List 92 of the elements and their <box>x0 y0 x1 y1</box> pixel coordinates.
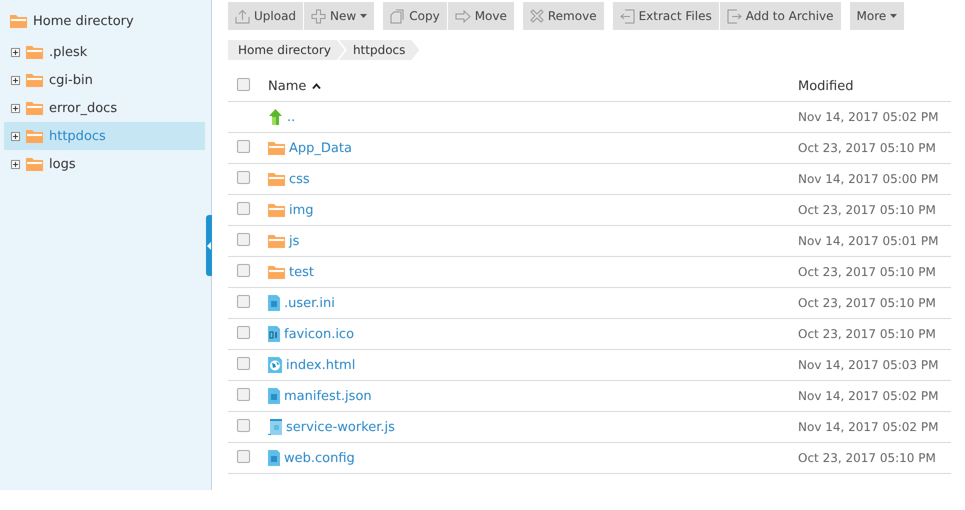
modified-cell-text: Oct 23, 2017 05:10 PM <box>798 296 937 310</box>
modified-cell-text: Nov 14, 2017 05:02 PM <box>798 420 940 434</box>
modified-cell-text: Oct 23, 2017 05:10 PM <box>798 203 937 217</box>
modified-cell-text: Nov 14, 2017 05:00 PM <box>798 172 940 186</box>
folder-icon <box>268 265 285 279</box>
modified-cell-text: Oct 23, 2017 05:10 PM <box>798 141 937 155</box>
file-name-link[interactable]: favicon.ico <box>284 326 354 342</box>
toolbar-button[interactable]: Move <box>448 2 514 30</box>
modified-cell-text: Nov 14, 2017 05:01 PM <box>798 234 940 248</box>
breadcrumb-item[interactable]: httpdocs <box>338 40 420 60</box>
file-name-link[interactable]: img <box>289 202 314 218</box>
tree-item-label: .plesk <box>49 44 88 60</box>
file-name-link[interactable]: web.config <box>284 450 355 466</box>
file-name-link[interactable]: manifest.json <box>284 388 372 404</box>
row-checkbox[interactable] <box>237 140 250 153</box>
file-name-link[interactable]: .user.ini <box>284 296 335 310</box>
row-checkbox[interactable] <box>237 171 250 184</box>
toolbar-button[interactable]: Extract Files <box>612 2 719 30</box>
row-checkbox[interactable] <box>237 357 250 370</box>
modified-cell-text: Oct 23, 2017 05:10 PM <box>798 327 937 341</box>
row-checkbox[interactable] <box>237 450 250 463</box>
file-name-link[interactable]: index.html <box>286 358 356 372</box>
file-name-link[interactable]: test <box>289 264 314 280</box>
row-checkbox[interactable] <box>237 202 250 215</box>
tree-item-label: error_docs <box>49 100 118 116</box>
file-name-link[interactable]: App_Data <box>289 140 352 156</box>
modified-cell-text: Oct 23, 2017 05:10 PM <box>798 265 937 279</box>
row-checkbox[interactable] <box>237 233 250 246</box>
breadcrumb-item[interactable]: Home directory <box>228 40 345 60</box>
up-arrow-icon <box>268 109 283 125</box>
expand-icon[interactable] <box>11 76 20 84</box>
caret-icon <box>890 14 898 18</box>
modified-cell-text: Nov 14, 2017 05:02 PM <box>798 110 940 124</box>
row-checkbox[interactable] <box>237 326 250 339</box>
folder-icon <box>268 172 285 186</box>
folder-icon <box>26 45 43 59</box>
copy-icon <box>390 8 406 24</box>
toolbar-button[interactable]: Remove <box>522 2 604 30</box>
tree-item[interactable]: error_docs <box>4 94 205 122</box>
file-icon <box>268 295 280 311</box>
plus-icon <box>311 8 326 24</box>
folder-icon <box>268 141 285 155</box>
folder-icon <box>10 14 27 28</box>
row-checkbox[interactable] <box>237 419 250 432</box>
arrow-icon <box>454 10 471 22</box>
globe-file-icon <box>268 357 282 373</box>
folder-icon <box>268 203 285 217</box>
file-icon <box>268 450 280 466</box>
tree-item-label: httpdocs <box>49 128 106 144</box>
toolbar-button[interactable]: New <box>304 2 374 30</box>
modified-cell-text: Nov 14, 2017 05:02 PM <box>798 389 940 403</box>
caret-icon <box>360 14 368 18</box>
column-header[interactable]: Name <box>268 78 798 94</box>
archive-icon <box>726 8 742 24</box>
expand-icon[interactable] <box>11 104 20 112</box>
file-name-link[interactable]: css <box>289 172 310 186</box>
tree-root[interactable]: Home directory <box>33 14 134 28</box>
expand-icon[interactable] <box>11 48 20 56</box>
row-checkbox[interactable] <box>237 388 250 401</box>
toolbar-button[interactable]: More <box>850 2 904 30</box>
script-file-icon <box>268 419 282 435</box>
binary-file-icon <box>268 326 280 342</box>
modified-cell-text: Nov 14, 2017 05:03 PM <box>798 358 940 372</box>
tree-item[interactable]: logs <box>4 150 205 178</box>
folder-icon <box>26 157 43 171</box>
tree-item-label: logs <box>49 156 76 172</box>
toolbar-button[interactable]: Copy <box>383 2 447 30</box>
expand-icon[interactable] <box>11 160 20 168</box>
toolbar-button[interactable]: Upload <box>228 2 304 30</box>
tree-item[interactable]: .plesk <box>4 38 205 66</box>
row-checkbox[interactable] <box>237 295 250 308</box>
remove-icon <box>530 9 544 23</box>
toolbar-button[interactable]: Add to Archive <box>720 2 841 30</box>
file-name-link[interactable]: service-worker.js <box>286 420 395 434</box>
tree-item-label: cgi-bin <box>49 72 93 88</box>
file-icon <box>268 388 280 404</box>
sort-icon <box>312 83 322 89</box>
file-name-link[interactable]: js <box>289 234 300 248</box>
expand-icon[interactable] <box>11 132 20 140</box>
select-all-checkbox[interactable] <box>237 78 250 91</box>
folder-icon <box>26 129 43 143</box>
splitter-handle[interactable] <box>206 215 212 276</box>
column-header[interactable]: Modified <box>798 78 951 94</box>
folder-icon <box>268 234 285 248</box>
modified-cell-text: Oct 23, 2017 05:10 PM <box>798 451 937 465</box>
tree-item[interactable]: cgi-bin <box>4 66 205 94</box>
file-name-link[interactable]: .. <box>287 110 296 124</box>
row-checkbox[interactable] <box>237 264 250 277</box>
folder-icon <box>26 73 43 87</box>
folder-icon <box>26 101 43 115</box>
extract-icon <box>620 8 635 24</box>
upload-icon <box>235 8 250 24</box>
